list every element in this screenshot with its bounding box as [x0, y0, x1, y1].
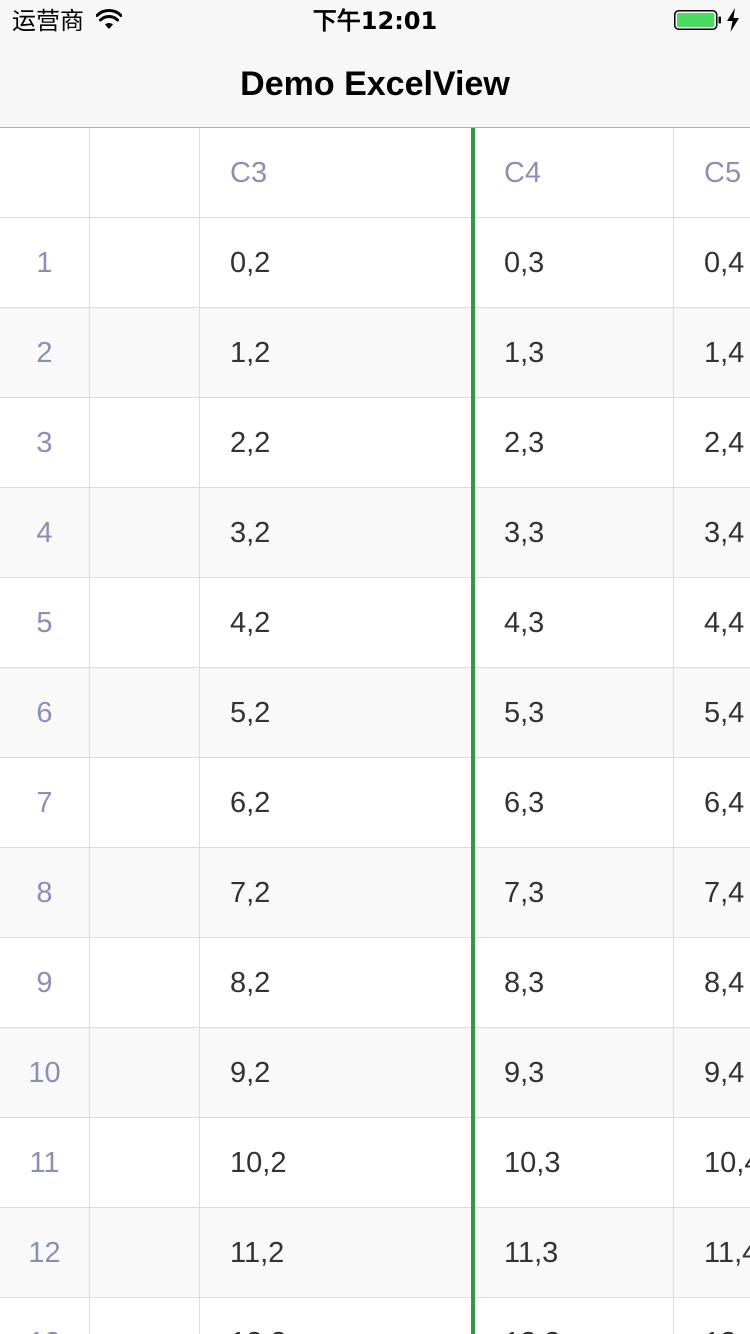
table-cell[interactable]: 11,4 — [674, 1208, 750, 1297]
table-cell[interactable] — [90, 848, 200, 937]
row-index: 12 — [0, 1208, 90, 1297]
table-cell[interactable]: 11,2 — [200, 1208, 473, 1297]
table-cell[interactable]: 5,4 — [674, 668, 750, 757]
table-row[interactable]: 11 10,2 10,3 10,4 — [0, 1118, 750, 1208]
table-cell[interactable]: 6,4 — [674, 758, 750, 847]
table-cell[interactable]: 3,3 — [473, 488, 674, 577]
table-cell[interactable]: 9,4 — [674, 1028, 750, 1117]
row-index: 4 — [0, 488, 90, 577]
excel-grid[interactable]: C3 C4 C5 1 0,2 0,3 0,4 2 1,2 1,3 1,4 3 2… — [0, 128, 750, 1334]
table-cell[interactable]: 1,3 — [473, 308, 674, 397]
table-row[interactable]: 6 5,2 5,3 5,4 — [0, 668, 750, 758]
table-cell[interactable]: 4,3 — [473, 578, 674, 667]
row-index: 5 — [0, 578, 90, 667]
blank-column-header — [90, 128, 200, 217]
table-cell[interactable] — [90, 1118, 200, 1207]
status-time: 下午12:01 — [312, 7, 438, 35]
row-index: 10 — [0, 1028, 90, 1117]
table-cell[interactable]: 4,2 — [200, 578, 473, 667]
row-index: 9 — [0, 938, 90, 1027]
table-cell[interactable]: 8,3 — [473, 938, 674, 1027]
table-cell[interactable] — [90, 398, 200, 487]
table-row[interactable]: 7 6,2 6,3 6,4 — [0, 758, 750, 848]
row-index: 6 — [0, 668, 90, 757]
table-cell[interactable] — [90, 578, 200, 667]
table-cell[interactable] — [90, 938, 200, 1027]
table-cell[interactable]: 0,4 — [674, 218, 750, 307]
table-cell[interactable]: 4,4 — [674, 578, 750, 667]
table-row[interactable]: 5 4,2 4,3 4,4 — [0, 578, 750, 668]
row-index: 8 — [0, 848, 90, 937]
battery-icon — [674, 10, 721, 30]
row-index: 7 — [0, 758, 90, 847]
table-row[interactable]: 8 7,2 7,3 7,4 — [0, 848, 750, 938]
table-cell[interactable]: 0,3 — [473, 218, 674, 307]
table-cell[interactable] — [90, 308, 200, 397]
table-row[interactable]: 9 8,2 8,3 8,4 — [0, 938, 750, 1028]
table-cell[interactable]: 9,2 — [200, 1028, 473, 1117]
table-row[interactable]: 3 2,2 2,3 2,4 — [0, 398, 750, 488]
table-cell[interactable]: 6,2 — [200, 758, 473, 847]
table-cell[interactable]: 6,3 — [473, 758, 674, 847]
table-cell[interactable]: 8,2 — [200, 938, 473, 1027]
column-header-c4[interactable]: C4 — [473, 128, 674, 217]
row-index: 11 — [0, 1118, 90, 1207]
corner-cell — [0, 128, 90, 217]
table-cell[interactable] — [90, 218, 200, 307]
row-index: 13 — [0, 1298, 90, 1334]
table-cell[interactable]: 10,4 — [674, 1118, 750, 1207]
table-cell[interactable]: 12,2 — [200, 1298, 473, 1334]
header-row: C3 C4 C5 — [0, 128, 750, 218]
table-cell[interactable]: 7,4 — [674, 848, 750, 937]
table-cell[interactable]: 5,3 — [473, 668, 674, 757]
table-cell[interactable]: 12,4 — [674, 1298, 750, 1334]
freeze-divider — [471, 128, 475, 1334]
table-cell[interactable]: 12,3 — [473, 1298, 674, 1334]
table-cell[interactable]: 5,2 — [200, 668, 473, 757]
table-cell[interactable] — [90, 1208, 200, 1297]
table-cell[interactable]: 3,2 — [200, 488, 473, 577]
table-cell[interactable]: 1,4 — [674, 308, 750, 397]
row-index: 3 — [0, 398, 90, 487]
column-header-c5[interactable]: C5 — [674, 128, 750, 217]
charging-bolt-icon — [727, 8, 739, 32]
page-title: Demo ExcelView — [240, 65, 510, 103]
table-cell[interactable] — [90, 668, 200, 757]
table-cell[interactable]: 2,4 — [674, 398, 750, 487]
table-row[interactable]: 4 3,2 3,3 3,4 — [0, 488, 750, 578]
table-cell[interactable]: 7,3 — [473, 848, 674, 937]
table-row[interactable]: 10 9,2 9,3 9,4 — [0, 1028, 750, 1118]
table-cell[interactable]: 2,2 — [200, 398, 473, 487]
table-cell[interactable]: 3,4 — [674, 488, 750, 577]
table-cell[interactable]: 1,2 — [200, 308, 473, 397]
table-cell[interactable]: 7,2 — [200, 848, 473, 937]
navigation-bar: Demo ExcelView — [0, 40, 750, 128]
table-cell[interactable]: 2,3 — [473, 398, 674, 487]
table-cell[interactable]: 9,3 — [473, 1028, 674, 1117]
table-row[interactable]: 1 0,2 0,3 0,4 — [0, 218, 750, 308]
row-index: 1 — [0, 218, 90, 307]
row-index: 2 — [0, 308, 90, 397]
table-cell[interactable] — [90, 488, 200, 577]
column-header-c3[interactable]: C3 — [200, 128, 473, 217]
table-cell[interactable] — [90, 758, 200, 847]
table-row[interactable]: 2 1,2 1,3 1,4 — [0, 308, 750, 398]
table-cell[interactable]: 10,3 — [473, 1118, 674, 1207]
table-cell[interactable] — [90, 1298, 200, 1334]
table-row[interactable]: 12 11,2 11,3 11,4 — [0, 1208, 750, 1298]
table-cell[interactable]: 0,2 — [200, 218, 473, 307]
table-row[interactable]: 13 12,2 12,3 12,4 — [0, 1298, 750, 1334]
table-cell[interactable]: 8,4 — [674, 938, 750, 1027]
status-bar: 运营商 下午12:01 — [0, 0, 750, 40]
table-cell[interactable]: 11,3 — [473, 1208, 674, 1297]
table-cell[interactable]: 10,2 — [200, 1118, 473, 1207]
table-cell[interactable] — [90, 1028, 200, 1117]
